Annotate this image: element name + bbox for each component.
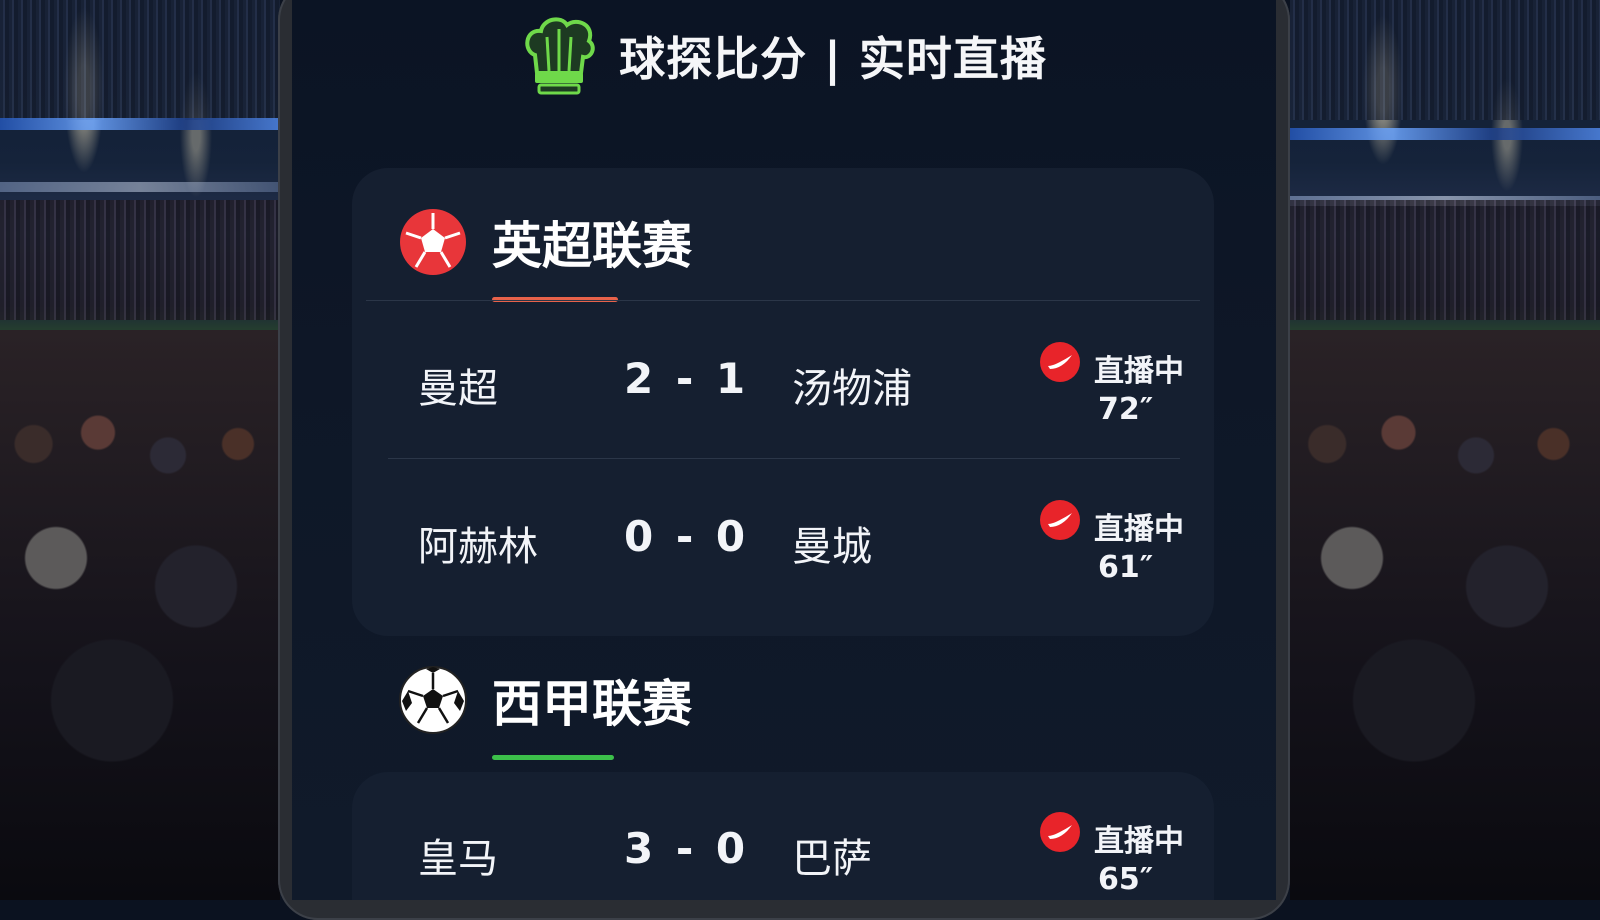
app-header: 球探比分 | 实时直播 [292, 8, 1276, 104]
match-minute: 65″ [1098, 862, 1154, 897]
stadium-led-banner [1290, 128, 1600, 140]
away-team: 曼城 [792, 524, 872, 570]
crowd-foreground [0, 330, 280, 900]
stadium-led-banner [0, 118, 280, 130]
soccer-ball-icon [399, 666, 467, 734]
league-header[interactable]: 英超联赛 [398, 206, 692, 302]
live-status: 直播中 61″ [1040, 500, 1210, 590]
match-row[interactable]: 曼超 2 - 1 汤物浦 直播中 72″ [352, 304, 1214, 454]
crowd-middle [0, 200, 280, 320]
stadium-led-banner [0, 182, 280, 192]
league-name-text: 西甲联赛 [492, 675, 692, 733]
match-score: 2 - 1 [624, 354, 750, 403]
home-team: 曼超 [418, 366, 498, 412]
league-name: 西甲联赛 [492, 664, 692, 760]
divider [366, 300, 1200, 301]
live-label: 直播中 [1094, 512, 1184, 547]
league-card-premier-league: 英超联赛 曼超 2 - 1 汤物浦 直播中 72″ 阿赫林 0 - 0 曼城 直… [352, 168, 1214, 636]
away-team: 汤物浦 [792, 366, 912, 412]
match-minute: 72″ [1098, 392, 1154, 427]
match-score: 3 - 0 [624, 824, 750, 873]
crowd-middle [1290, 200, 1600, 320]
match-score: 0 - 0 [624, 512, 750, 561]
league-underline [492, 755, 614, 760]
home-team: 阿赫林 [418, 524, 538, 570]
chef-hat-icon [525, 17, 595, 95]
home-team: 皇马 [418, 836, 498, 882]
match-row[interactable]: 皇马 3 - 0 巴萨 直播中 65″ [352, 774, 1214, 900]
stadium-background-left [0, 0, 280, 900]
crowd-upper [1290, 0, 1600, 120]
league-header[interactable]: 西甲联赛 [398, 664, 692, 760]
match-minute: 61″ [1098, 550, 1154, 585]
live-swoosh-icon [1040, 812, 1080, 852]
live-status: 直播中 72″ [1040, 342, 1210, 432]
crowd-upper [0, 0, 280, 120]
match-row[interactable]: 阿赫林 0 - 0 曼城 直播中 61″ [352, 462, 1214, 612]
red-soccer-ball-icon [400, 209, 466, 275]
stadium-background-right [1290, 0, 1600, 900]
away-team: 巴萨 [792, 836, 872, 882]
live-swoosh-icon [1040, 342, 1080, 382]
league-card-la-liga: 皇马 3 - 0 巴萨 直播中 65″ [352, 772, 1214, 900]
live-status: 直播中 65″ [1040, 812, 1210, 900]
app-title: 球探比分 | 实时直播 [619, 32, 1047, 86]
crowd-foreground [1290, 330, 1600, 900]
league-name-text: 英超联赛 [492, 217, 692, 275]
live-label: 直播中 [1094, 354, 1184, 389]
divider [388, 458, 1180, 459]
league-name: 英超联赛 [492, 206, 692, 302]
live-label: 直播中 [1094, 824, 1184, 859]
live-swoosh-icon [1040, 500, 1080, 540]
app-screen: 球探比分 | 实时直播 英超联赛 曼超 2 - 1 汤物浦 直播中 72″ 阿赫… [292, 0, 1276, 900]
